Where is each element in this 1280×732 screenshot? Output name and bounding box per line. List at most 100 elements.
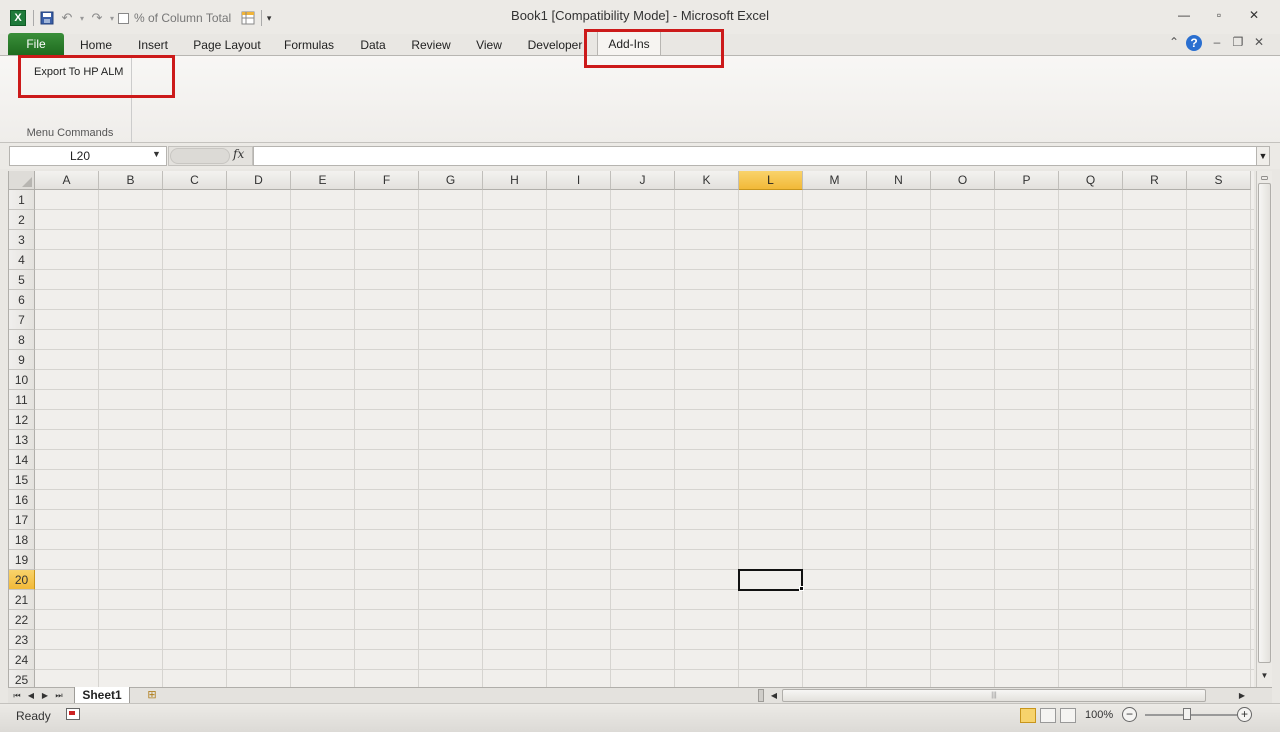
column-header[interactable]: R bbox=[1123, 171, 1187, 190]
tab-file[interactable]: File bbox=[8, 33, 64, 55]
help-icon[interactable]: ? bbox=[1186, 35, 1202, 51]
column-gridline bbox=[738, 190, 739, 687]
formula-bar-splitter[interactable] bbox=[170, 148, 230, 164]
tab-insert[interactable]: Insert bbox=[130, 35, 176, 55]
row-header[interactable]: 22 bbox=[9, 610, 35, 630]
tab-page-layout[interactable]: Page Layout bbox=[186, 35, 268, 55]
row-header[interactable]: 16 bbox=[9, 490, 35, 510]
worksheet-grid[interactable]: ABCDEFGHIJKLMNOPQRS 1 2 3 4 5 6 7 8 9 10 11 12 13 14 1… bbox=[8, 171, 1254, 687]
column-header[interactable]: D bbox=[227, 171, 291, 190]
next-sheet-icon[interactable]: ▶ bbox=[39, 689, 51, 702]
column-header[interactable]: K bbox=[675, 171, 739, 190]
column-header[interactable]: J bbox=[611, 171, 675, 190]
column-header[interactable]: P bbox=[995, 171, 1059, 190]
tab-view[interactable]: View bbox=[466, 35, 512, 55]
page-layout-view-icon[interactable] bbox=[1040, 708, 1056, 723]
tab-data[interactable]: Data bbox=[350, 35, 396, 55]
zoom-slider-thumb[interactable] bbox=[1183, 708, 1191, 720]
row-header[interactable]: 7 bbox=[9, 310, 35, 330]
scroll-right-icon[interactable]: ▶ bbox=[1236, 689, 1248, 702]
insert-worksheet-icon[interactable]: ⊞ bbox=[138, 688, 166, 703]
column-header[interactable]: I bbox=[547, 171, 611, 190]
normal-view-icon[interactable] bbox=[1020, 708, 1036, 723]
close-window-icon[interactable]: ✕ bbox=[1239, 8, 1269, 26]
row-header[interactable]: 19 bbox=[9, 550, 35, 570]
row-header[interactable]: 1 bbox=[9, 190, 35, 210]
restore-window-icon[interactable]: ▫ bbox=[1204, 8, 1234, 26]
select-all-button[interactable] bbox=[9, 171, 35, 190]
tab-developer[interactable]: Developer bbox=[522, 35, 588, 55]
row-header[interactable]: 3 bbox=[9, 230, 35, 250]
row-header[interactable]: 12 bbox=[9, 410, 35, 430]
column-header[interactable]: B bbox=[99, 171, 163, 190]
minimize-window-icon[interactable]: — bbox=[1169, 8, 1199, 26]
column-header[interactable]: C bbox=[163, 171, 227, 190]
insert-function-icon[interactable]: fx bbox=[233, 147, 244, 161]
column-gridline bbox=[866, 190, 867, 687]
row-header[interactable]: 17 bbox=[9, 510, 35, 530]
last-sheet-icon[interactable]: ⏭ bbox=[53, 689, 65, 702]
name-box-dropdown-icon[interactable]: ▼ bbox=[152, 149, 161, 159]
column-header[interactable]: O bbox=[931, 171, 995, 190]
row-header[interactable]: 5 bbox=[9, 270, 35, 290]
tab-split-box[interactable] bbox=[758, 689, 764, 702]
first-sheet-icon[interactable]: ⏮ bbox=[11, 689, 23, 702]
minimize-ribbon-icon[interactable]: ⌃ bbox=[1165, 35, 1183, 51]
row-header[interactable]: 10 bbox=[9, 370, 35, 390]
tab-formulas[interactable]: Formulas bbox=[278, 35, 340, 55]
workbook-close-icon[interactable]: ✕ bbox=[1250, 35, 1268, 51]
column-header[interactable]: F bbox=[355, 171, 419, 190]
row-header[interactable]: 2 bbox=[9, 210, 35, 230]
column-header[interactable]: H bbox=[483, 171, 547, 190]
row-header[interactable]: 23 bbox=[9, 630, 35, 650]
row-gridline bbox=[35, 269, 1254, 270]
zoom-in-icon[interactable]: + bbox=[1237, 707, 1252, 722]
row-header[interactable]: 20 bbox=[9, 570, 35, 590]
tab-review[interactable]: Review bbox=[406, 35, 456, 55]
column-header[interactable]: M bbox=[803, 171, 867, 190]
row-gridline bbox=[35, 389, 1254, 390]
scroll-down-icon[interactable]: ▼ bbox=[1258, 669, 1271, 683]
vertical-scroll-thumb[interactable] bbox=[1258, 183, 1271, 663]
row-gridline bbox=[35, 229, 1254, 230]
previous-sheet-icon[interactable]: ◀ bbox=[25, 689, 37, 702]
column-header[interactable]: Q bbox=[1059, 171, 1123, 190]
row-header[interactable]: 21 bbox=[9, 590, 35, 610]
zoom-slider[interactable] bbox=[1145, 714, 1237, 716]
column-header[interactable]: E bbox=[291, 171, 355, 190]
row-header[interactable]: 25 bbox=[9, 670, 35, 687]
scroll-left-icon[interactable]: ◀ bbox=[768, 689, 780, 702]
sheet-tab-sheet1[interactable]: Sheet1 bbox=[74, 687, 130, 704]
workbook-minimize-icon[interactable]: – bbox=[1208, 35, 1226, 51]
row-header[interactable]: 11 bbox=[9, 390, 35, 410]
vertical-scrollbar[interactable]: ▭ ▼ bbox=[1256, 171, 1272, 687]
column-header[interactable]: A bbox=[35, 171, 99, 190]
tab-home[interactable]: Home bbox=[72, 35, 120, 55]
column-gridline bbox=[802, 190, 803, 687]
row-header[interactable]: 24 bbox=[9, 650, 35, 670]
zoom-out-icon[interactable]: − bbox=[1122, 707, 1137, 722]
column-header[interactable]: N bbox=[867, 171, 931, 190]
column-header[interactable]: L bbox=[739, 171, 803, 190]
row-header[interactable]: 8 bbox=[9, 330, 35, 350]
row-header[interactable]: 9 bbox=[9, 350, 35, 370]
formula-input[interactable] bbox=[253, 146, 1257, 166]
row-header[interactable]: 14 bbox=[9, 450, 35, 470]
column-header[interactable]: G bbox=[419, 171, 483, 190]
row-header[interactable]: 18 bbox=[9, 530, 35, 550]
row-header[interactable]: 6 bbox=[9, 290, 35, 310]
macro-recording-icon[interactable] bbox=[66, 708, 80, 720]
horizontal-scroll-thumb[interactable]: ||| bbox=[782, 689, 1206, 702]
fill-handle[interactable] bbox=[799, 586, 804, 591]
name-box[interactable]: L20 bbox=[9, 146, 167, 166]
row-header[interactable]: 4 bbox=[9, 250, 35, 270]
row-header[interactable]: 15 bbox=[9, 470, 35, 490]
column-header[interactable]: S bbox=[1187, 171, 1251, 190]
page-break-preview-icon[interactable] bbox=[1060, 708, 1076, 723]
expand-formula-bar-icon[interactable]: ▼ bbox=[1256, 146, 1270, 166]
column-gridline bbox=[994, 190, 995, 687]
workbook-restore-icon[interactable]: ❐ bbox=[1229, 35, 1247, 51]
zoom-level[interactable]: 100% bbox=[1085, 709, 1113, 721]
active-cell[interactable] bbox=[738, 569, 803, 591]
row-header[interactable]: 13 bbox=[9, 430, 35, 450]
